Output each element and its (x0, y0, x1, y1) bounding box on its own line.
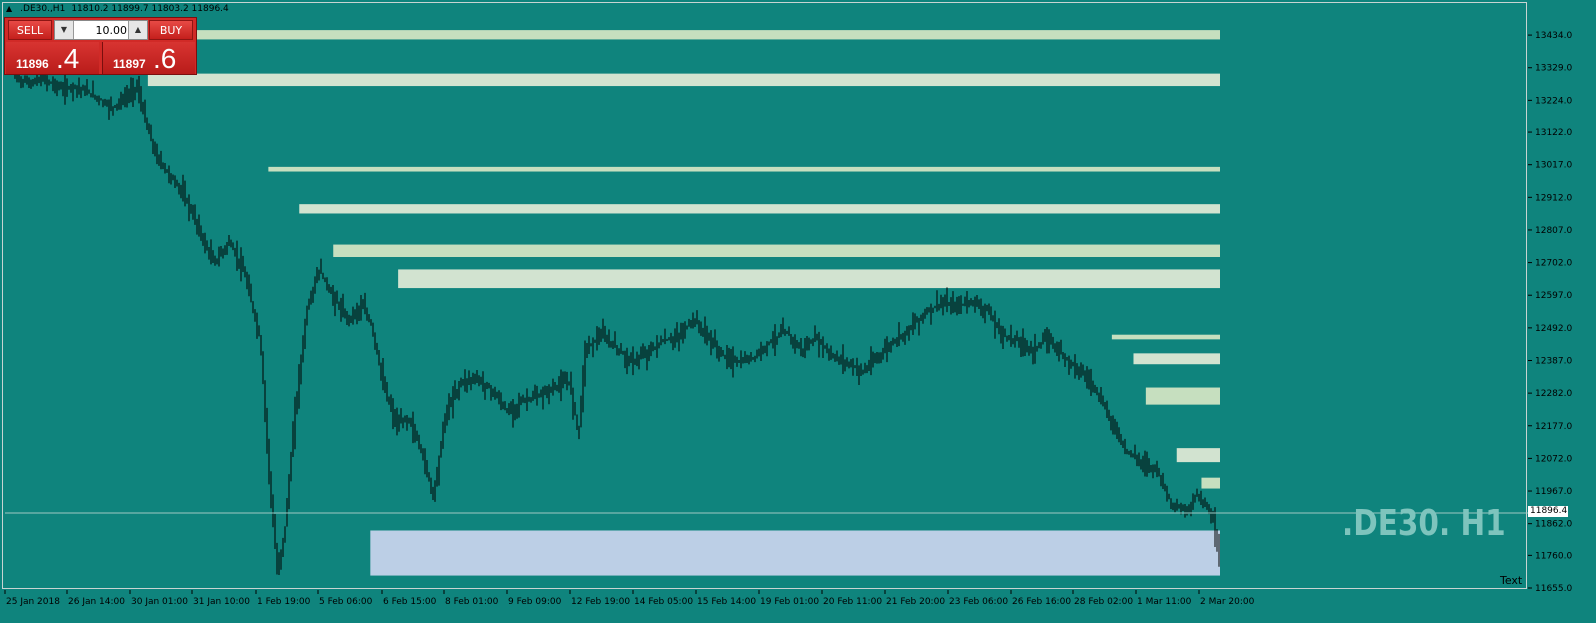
demand-zone (370, 530, 1220, 576)
supply-zone (147, 73, 1220, 87)
x-tick-label: 19 Feb 01:00 (760, 597, 819, 607)
x-tick-label: 15 Feb 14:00 (697, 597, 756, 607)
y-tick-label: 11967.0 (1535, 487, 1572, 497)
supply-zone (1176, 448, 1220, 463)
x-tick-label: 5 Feb 06:00 (319, 597, 373, 607)
bid-price-button[interactable]: 11896 .4 (6, 42, 99, 74)
y-tick-label: 13122.0 (1535, 128, 1572, 138)
x-tick-label: 1 Mar 11:00 (1137, 597, 1192, 607)
supply-zone (1145, 387, 1220, 405)
y-tick-label: 12177.0 (1535, 422, 1572, 432)
bid-price-tail: .4 (56, 43, 80, 74)
x-tick-label: 1 Feb 19:00 (257, 597, 311, 607)
supply-zone (1201, 477, 1220, 489)
lot-decrease-icon[interactable]: ▼ (55, 21, 74, 39)
x-tick-label: 31 Jan 10:00 (193, 597, 250, 607)
bid-price-main: 11896 (16, 57, 49, 71)
x-tick-label: 8 Feb 01:00 (445, 597, 499, 607)
supply-zone (1111, 334, 1220, 340)
lot-size-stepper[interactable]: ▼ ▲ (54, 20, 148, 40)
y-tick-label: 11862.0 (1535, 520, 1572, 530)
ask-price-button[interactable]: 11897 .6 (102, 42, 195, 74)
x-tick-label: 25 Jan 2018 (6, 597, 60, 607)
supply-zone (147, 30, 1220, 40)
y-tick-label: 12807.0 (1535, 226, 1572, 236)
x-tick-label: 12 Feb 19:00 (571, 597, 630, 607)
y-tick-label: 13224.0 (1535, 96, 1572, 106)
buy-button[interactable]: BUY (149, 20, 193, 40)
y-tick-label: 12597.0 (1535, 291, 1572, 301)
y-tick-label: 12072.0 (1535, 454, 1572, 464)
x-tick-label: 26 Jan 14:00 (68, 597, 125, 607)
y-tick-label: 12492.0 (1535, 324, 1572, 334)
chart-area[interactable]: 13434.0 13329.0 13224.0 13122.0 13017.0 12912… (2, 2, 1572, 607)
ohlc-values: 11810.2 11899.7 11803.2 11896.4 (71, 4, 229, 14)
y-tick-label: 13017.0 (1535, 161, 1572, 171)
y-tick-label: 13434.0 (1535, 31, 1572, 41)
x-tick-label: 20 Feb 11:00 (823, 597, 882, 607)
symbol-caption: ▲ .DE30.,H1 11810.2 11899.7 11803.2 11896.… (6, 4, 229, 14)
x-tick-label: 2 Mar 20:00 (1200, 597, 1255, 607)
symbol-timeframe: .DE30.,H1 (20, 4, 66, 14)
y-tick-label: 12282.0 (1535, 389, 1572, 399)
ask-price-tail: .6 (153, 43, 177, 74)
y-tick-label: 12387.0 (1535, 356, 1572, 366)
supply-zone (268, 166, 1220, 172)
y-tick-label: 11655.0 (1535, 584, 1572, 594)
sell-button[interactable]: SELL (8, 20, 52, 40)
x-tick-label: 6 Feb 15:00 (383, 597, 437, 607)
x-tick-label: 30 Jan 01:00 (131, 597, 188, 607)
text-object-label[interactable]: Text (1500, 574, 1522, 587)
y-tick-label: 13329.0 (1535, 64, 1572, 74)
x-tick-label: 14 Feb 05:00 (634, 597, 693, 607)
x-tick-label: 21 Feb 20:00 (886, 597, 945, 607)
supply-zone (299, 204, 1220, 214)
lot-increase-icon[interactable]: ▲ (128, 21, 147, 39)
supply-zone (1133, 353, 1220, 365)
triangle-up-icon: ▲ (6, 4, 13, 13)
lot-size-input[interactable] (74, 21, 129, 39)
supply-zone (398, 269, 1221, 289)
symbol-watermark: .DE30. H1 (1342, 503, 1506, 544)
supply-zone (333, 244, 1220, 257)
y-tick-label: 11760.0 (1535, 551, 1572, 561)
one-click-trading-panel: SELL ▼ ▲ BUY 11896 .4 11897 .6 (4, 17, 197, 75)
x-tick-label: 28 Feb 02:00 (1074, 597, 1133, 607)
ask-price-main: 11897 (113, 57, 146, 71)
x-tick-label: 26 Feb 16:00 (1012, 597, 1071, 607)
current-price-tag: 11896.4 (1528, 506, 1568, 517)
x-tick-label: 23 Feb 06:00 (949, 597, 1008, 607)
y-tick-label: 12702.0 (1535, 259, 1572, 269)
y-tick-label: 12912.0 (1535, 193, 1572, 203)
x-tick-label: 9 Feb 09:00 (508, 597, 562, 607)
